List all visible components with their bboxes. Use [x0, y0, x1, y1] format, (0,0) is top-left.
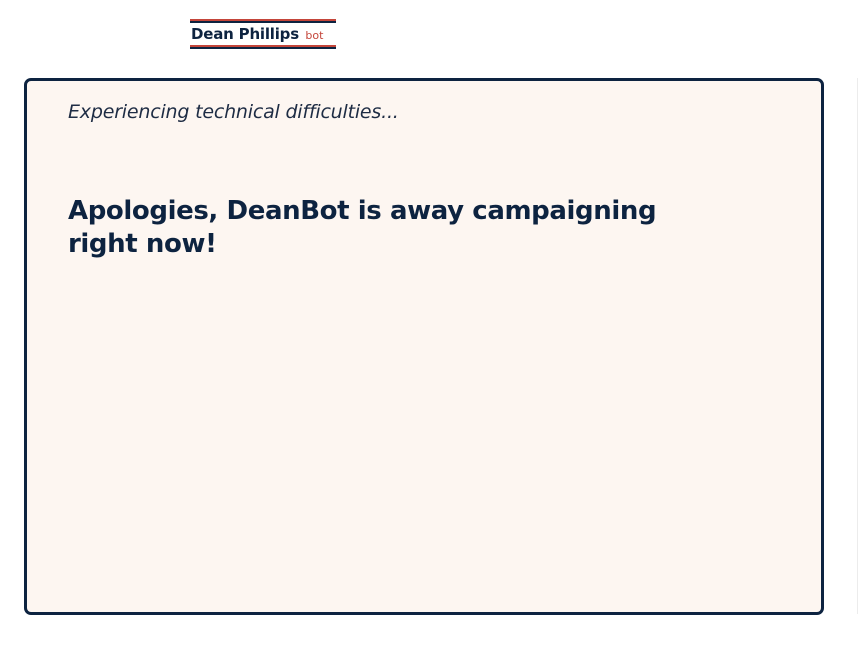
logo-wordmark: Dean Phillips bot — [191, 24, 323, 46]
logo: Dean Phillips bot — [190, 19, 336, 49]
status-text: Experiencing technical difficulties... — [68, 101, 399, 123]
right-edge-divider — [857, 78, 858, 614]
logo-name: Dean Phillips — [191, 25, 299, 43]
page: Dean Phillips bot Experiencing technical… — [0, 0, 860, 648]
message-card: Experiencing technical difficulties... A… — [24, 78, 824, 615]
logo-top-stripe — [190, 19, 336, 23]
headline: Apologies, DeanBot is away campaigning r… — [68, 196, 657, 259]
logo-bottom-stripe — [190, 45, 336, 49]
logo-suffix: bot — [305, 29, 324, 42]
